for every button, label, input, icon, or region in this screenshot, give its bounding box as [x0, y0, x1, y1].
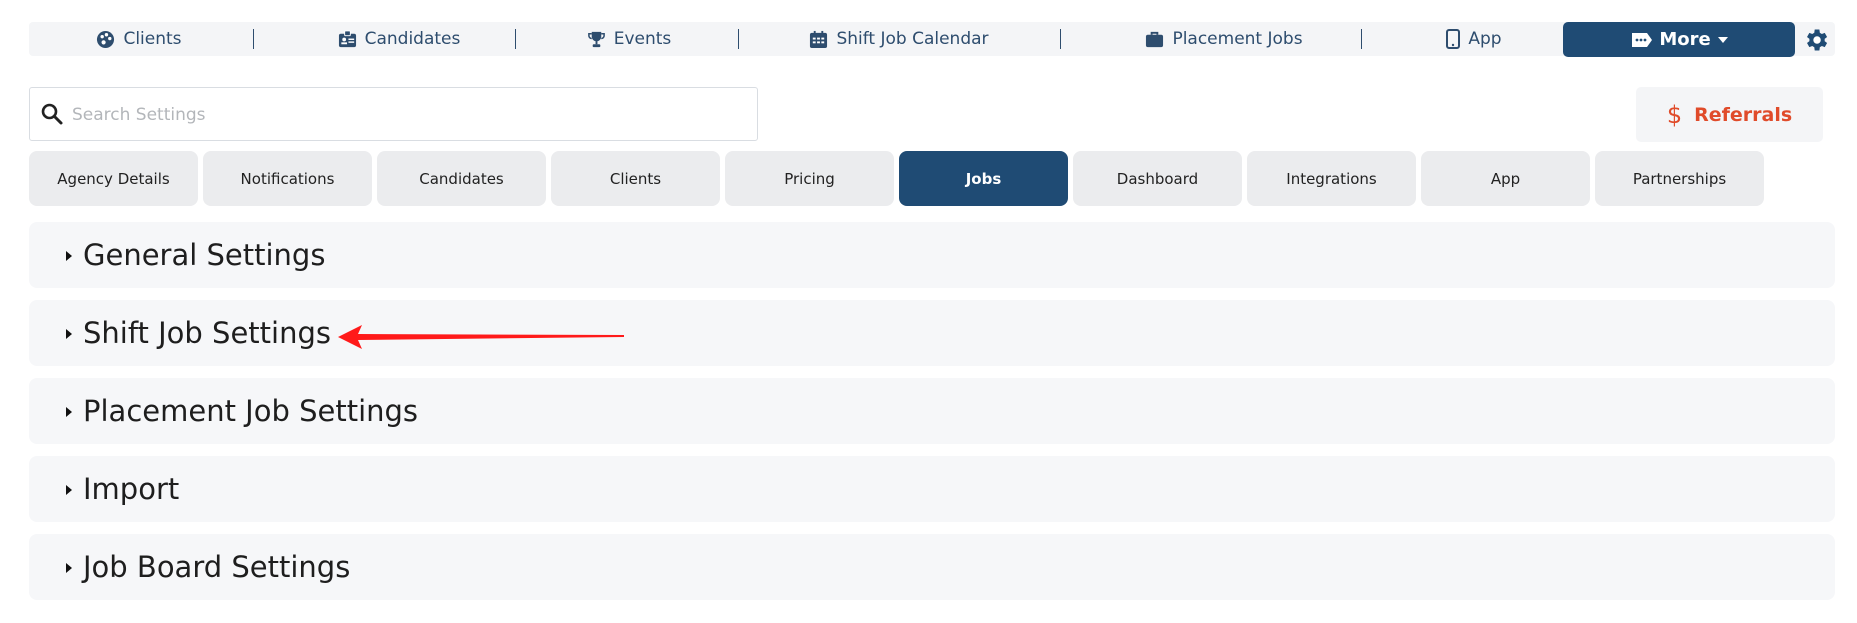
- section-shift-job-settings[interactable]: Shift Job Settings: [29, 300, 1835, 366]
- caret-right-icon: [66, 251, 72, 261]
- section-title: Shift Job Settings: [83, 316, 332, 350]
- section-general-settings[interactable]: General Settings: [29, 222, 1835, 288]
- more-menu-button[interactable]: More: [1563, 22, 1795, 57]
- caret-right-icon: [66, 563, 72, 573]
- nav-events[interactable]: Events: [569, 22, 689, 56]
- id-badge-icon: [338, 29, 356, 47]
- section-title: Placement Job Settings: [83, 394, 419, 428]
- tab-partnerships[interactable]: Partnerships: [1595, 151, 1764, 206]
- nav-shift-job-calendar[interactable]: Shift Job Calendar: [799, 22, 999, 56]
- caret-down-icon: [1717, 36, 1728, 43]
- tab-label: Clients: [609, 169, 662, 188]
- dollar-icon: $: [1666, 100, 1683, 129]
- search-settings-input[interactable]: [72, 100, 742, 130]
- referrals-label: Referrals: [1694, 103, 1793, 126]
- section-import[interactable]: Import: [29, 456, 1835, 522]
- nav-candidates-label: Candidates: [364, 29, 461, 49]
- tab-label: Jobs: [965, 169, 1002, 188]
- tab-label: Integrations: [1286, 169, 1377, 188]
- nav-shift-job-calendar-label: Shift Job Calendar: [836, 29, 989, 49]
- nav-candidates[interactable]: Candidates: [314, 22, 484, 56]
- nav-divider: [738, 29, 739, 49]
- tab-pricing[interactable]: Pricing: [725, 151, 894, 206]
- caret-right-icon: [66, 329, 72, 339]
- briefcase-icon: [1146, 31, 1164, 47]
- nav-placement-jobs[interactable]: Placement Jobs: [1124, 22, 1324, 56]
- gear-icon[interactable]: [1802, 26, 1830, 54]
- tags-icon: [1632, 32, 1653, 47]
- nav-events-label: Events: [613, 29, 672, 49]
- tab-label: Agency Details: [57, 169, 170, 188]
- section-title: Import: [83, 472, 180, 506]
- tab-label: App: [1490, 169, 1521, 188]
- tab-dashboard[interactable]: Dashboard: [1073, 151, 1242, 206]
- tab-label: Pricing: [784, 169, 835, 188]
- section-job-board-settings[interactable]: Job Board Settings: [29, 534, 1835, 600]
- section-placement-job-settings[interactable]: Placement Job Settings: [29, 378, 1835, 444]
- annotation-arrow: [338, 325, 624, 349]
- palette-icon: [97, 30, 115, 48]
- section-title: General Settings: [83, 238, 326, 272]
- tab-app[interactable]: App: [1421, 151, 1590, 206]
- nav-app[interactable]: App: [1419, 22, 1529, 56]
- nav-divider: [253, 29, 254, 49]
- nav-divider: [515, 29, 516, 49]
- tab-agency-details[interactable]: Agency Details: [29, 151, 198, 206]
- mobile-phone-icon: [1446, 29, 1461, 49]
- referrals-button[interactable]: $ Referrals: [1636, 87, 1823, 142]
- tab-label: Dashboard: [1116, 169, 1199, 188]
- tab-label: Candidates: [419, 169, 504, 188]
- nav-app-label: App: [1468, 29, 1502, 49]
- section-title: Job Board Settings: [83, 550, 351, 584]
- search-icon: [41, 103, 63, 125]
- tab-notifications[interactable]: Notifications: [203, 151, 372, 206]
- calendar-icon: [810, 30, 828, 48]
- tab-jobs[interactable]: Jobs: [899, 151, 1068, 206]
- tab-integrations[interactable]: Integrations: [1247, 151, 1416, 206]
- tab-label: Partnerships: [1632, 169, 1727, 188]
- more-menu-label: More: [1659, 29, 1711, 50]
- trophy-icon: [587, 31, 605, 47]
- search-settings-field[interactable]: [29, 87, 758, 141]
- caret-right-icon: [66, 407, 72, 417]
- nav-divider: [1060, 29, 1061, 49]
- tab-label: Notifications: [240, 169, 335, 188]
- nav-divider: [1361, 29, 1362, 49]
- tab-clients[interactable]: Clients: [551, 151, 720, 206]
- caret-right-icon: [66, 485, 72, 495]
- nav-clients[interactable]: Clients: [79, 22, 199, 56]
- nav-clients-label: Clients: [123, 29, 182, 49]
- nav-placement-jobs-label: Placement Jobs: [1172, 29, 1303, 49]
- tab-candidates[interactable]: Candidates: [377, 151, 546, 206]
